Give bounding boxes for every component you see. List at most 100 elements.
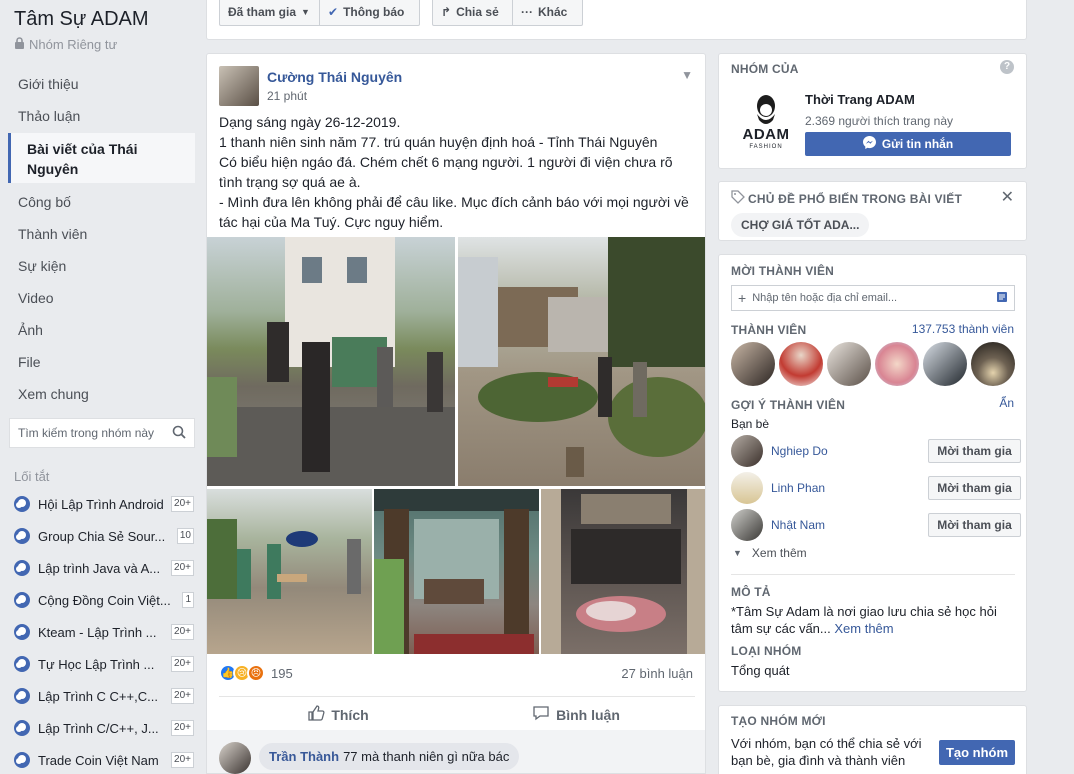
shortcut-name: Hội Lập Trình Android bbox=[38, 496, 164, 512]
group-type-value: Tổng quát bbox=[731, 663, 790, 678]
hide-suggestions-link[interactable]: Ẩn bbox=[999, 396, 1014, 410]
invite-button[interactable]: Mời tham gia bbox=[928, 513, 1021, 537]
post-photo-5[interactable] bbox=[541, 489, 705, 654]
post-photo-3[interactable] bbox=[207, 489, 372, 654]
invite-button[interactable]: Mời tham gia bbox=[928, 439, 1021, 463]
suggestion-name[interactable]: Nhật Nam bbox=[771, 518, 928, 532]
group-privacy: Nhóm Riêng tư bbox=[14, 37, 117, 52]
nav-files[interactable]: File bbox=[8, 346, 195, 378]
nav-announcements[interactable]: Công bố bbox=[8, 186, 195, 218]
nav-watch-party[interactable]: Xem chung bbox=[8, 378, 195, 410]
group-action-bar: Đã tham gia ▼ ✔ Thông báo ↱ Chia sẻ ··· … bbox=[206, 0, 1027, 40]
create-group-header: TẠO NHÓM MỚI bbox=[731, 714, 826, 728]
group-icon bbox=[14, 496, 30, 512]
member-avatar[interactable] bbox=[875, 342, 919, 386]
author-avatar[interactable] bbox=[219, 66, 259, 106]
reaction-summary[interactable]: 👍 😢 😠 195 bbox=[219, 664, 293, 682]
suggestion-avatar[interactable] bbox=[731, 435, 763, 467]
share-label: Chia sẻ bbox=[456, 5, 499, 19]
suggestion-row: Nghiep Do Mời tham gia bbox=[731, 435, 1021, 467]
suggestion-name[interactable]: Nghiep Do bbox=[771, 444, 928, 458]
comment-count[interactable]: 27 bình luận bbox=[621, 666, 693, 681]
post-author[interactable]: Cường Thái Nguyên bbox=[267, 69, 402, 85]
owner-page-name[interactable]: Thời Trang ADAM bbox=[805, 92, 915, 107]
shortcut-badge: 1 bbox=[182, 592, 194, 608]
member-avatar[interactable] bbox=[971, 342, 1015, 386]
post-timestamp[interactable]: 21 phút bbox=[267, 89, 307, 103]
joined-button[interactable]: Đã tham gia ▼ bbox=[219, 0, 320, 26]
group-search-input[interactable]: Tìm kiếm trong nhóm này bbox=[9, 418, 195, 448]
comment-text: 77 mà thanh niên gì nữa bác bbox=[343, 749, 510, 764]
post-photo-1[interactable] bbox=[207, 237, 455, 486]
search-icon[interactable] bbox=[172, 425, 186, 442]
comment-author[interactable]: Trần Thành bbox=[269, 749, 339, 764]
shortcut-item[interactable]: Hội Lập Trình Android 20+ bbox=[14, 488, 194, 520]
shortcut-item[interactable]: Trade Coin Việt Nam 20+ bbox=[14, 744, 194, 774]
topic-chip[interactable]: CHỢ GIÁ TỐT ADA... bbox=[731, 213, 870, 237]
nav-videos[interactable]: Video bbox=[8, 282, 195, 314]
description-see-more[interactable]: Xem thêm bbox=[834, 621, 893, 636]
shortcut-item[interactable]: Kteam - Lập Trình ... 20+ bbox=[14, 616, 194, 648]
comment-bubble: Trần Thành 77 mà thanh niên gì nữa bác bbox=[259, 743, 520, 770]
popular-topics-card: CHỦ ĐỀ PHỔ BIẾN TRONG BÀI VIẾT ✕ CHỢ GIÁ… bbox=[718, 181, 1027, 241]
nav-photos[interactable]: Ảnh bbox=[8, 314, 195, 346]
group-icon bbox=[14, 720, 30, 736]
nav-members[interactable]: Thành viên bbox=[8, 218, 195, 250]
thumbs-up-icon bbox=[307, 704, 325, 725]
share-button[interactable]: ↱ Chia sẻ bbox=[432, 0, 513, 26]
shortcuts-title: Lối tắt bbox=[14, 469, 50, 484]
group-owner-card: NHÓM CỦA ? ADAM FASHION Thời Trang ADAM … bbox=[718, 53, 1027, 169]
check-icon: ✔ bbox=[328, 5, 339, 19]
commenter-avatar[interactable] bbox=[219, 742, 251, 774]
feed-post: Cường Thái Nguyên 21 phút ▼ Dạng sáng ng… bbox=[206, 53, 706, 740]
group-icon bbox=[14, 656, 30, 672]
contacts-icon[interactable] bbox=[996, 291, 1008, 306]
post-options-chevron-icon[interactable]: ▼ bbox=[681, 68, 693, 82]
send-message-button[interactable]: Gửi tin nhắn bbox=[805, 132, 1011, 156]
post-photo-2[interactable] bbox=[458, 237, 705, 486]
nav-about[interactable]: Giới thiệu bbox=[8, 68, 195, 100]
topics-header-row: CHỦ ĐỀ PHỔ BIẾN TRONG BÀI VIẾT bbox=[731, 190, 962, 207]
shortcut-badge: 20+ bbox=[171, 752, 194, 768]
post-photo-4[interactable] bbox=[374, 489, 539, 654]
member-avatar[interactable] bbox=[779, 342, 823, 386]
member-avatar[interactable] bbox=[923, 342, 967, 386]
shortcut-item[interactable]: Tự Học Lập Trình ... 20+ bbox=[14, 648, 194, 680]
member-avatar[interactable] bbox=[827, 342, 871, 386]
close-icon[interactable]: ✕ bbox=[1001, 187, 1014, 207]
shortcut-item[interactable]: Lập Trình C C++,C... 20+ bbox=[14, 680, 194, 712]
notifications-button[interactable]: ✔ Thông báo bbox=[319, 0, 420, 26]
post-body: Dạng sáng ngày 26-12-2019. 1 thanh niên … bbox=[219, 112, 697, 232]
shortcut-item[interactable]: Lập Trình C/C++, J... 20+ bbox=[14, 712, 194, 744]
adam-fashion-logo[interactable]: ADAM FASHION bbox=[731, 92, 801, 158]
like-button[interactable]: Thích bbox=[219, 697, 457, 732]
comment-bubble-icon bbox=[532, 704, 550, 725]
member-avatar[interactable] bbox=[731, 342, 775, 386]
members-card: MỜI THÀNH VIÊN + Nhập tên hoặc địa chỉ e… bbox=[718, 254, 1027, 692]
more-button[interactable]: ··· Khác bbox=[512, 0, 583, 26]
invite-placeholder: Nhập tên hoặc địa chỉ email... bbox=[752, 292, 898, 304]
group-title[interactable]: Tâm Sự ADAM bbox=[14, 8, 149, 31]
suggestion-avatar[interactable] bbox=[731, 472, 763, 504]
comment-button[interactable]: Bình luận bbox=[457, 697, 695, 732]
tag-icon bbox=[731, 190, 745, 207]
nav-posts-thai-nguyen[interactable]: Bài viết của Thái Nguyên bbox=[8, 133, 195, 183]
invite-button[interactable]: Mời tham gia bbox=[928, 476, 1021, 500]
nav-discussion[interactable]: Thảo luận bbox=[8, 100, 195, 132]
shortcut-item[interactable]: Lập trình Java và A... 20+ bbox=[14, 552, 194, 584]
group-icon bbox=[14, 592, 30, 608]
suggestion-name[interactable]: Linh Phan bbox=[771, 481, 928, 495]
joined-label: Đã tham gia bbox=[228, 5, 297, 19]
shortcut-item[interactable]: Cộng Đồng Coin Việt... 1 bbox=[14, 584, 194, 616]
create-group-button[interactable]: Tạo nhóm bbox=[939, 740, 1015, 765]
members-count-link[interactable]: 137.753 thành viên bbox=[912, 322, 1014, 336]
messenger-icon bbox=[862, 136, 876, 152]
invite-input[interactable]: + Nhập tên hoặc địa chỉ email... bbox=[731, 285, 1015, 311]
more-label: Khác bbox=[538, 5, 568, 19]
shortcut-item[interactable]: Group Chia Sẻ Sour... 10 bbox=[14, 520, 194, 552]
see-more-suggestions[interactable]: ▼ Xem thêm bbox=[733, 546, 807, 560]
suggestion-avatar[interactable] bbox=[731, 509, 763, 541]
owner-card-header: NHÓM CỦA bbox=[731, 62, 799, 76]
nav-events[interactable]: Sự kiện bbox=[8, 250, 195, 282]
help-icon[interactable]: ? bbox=[1000, 60, 1014, 74]
